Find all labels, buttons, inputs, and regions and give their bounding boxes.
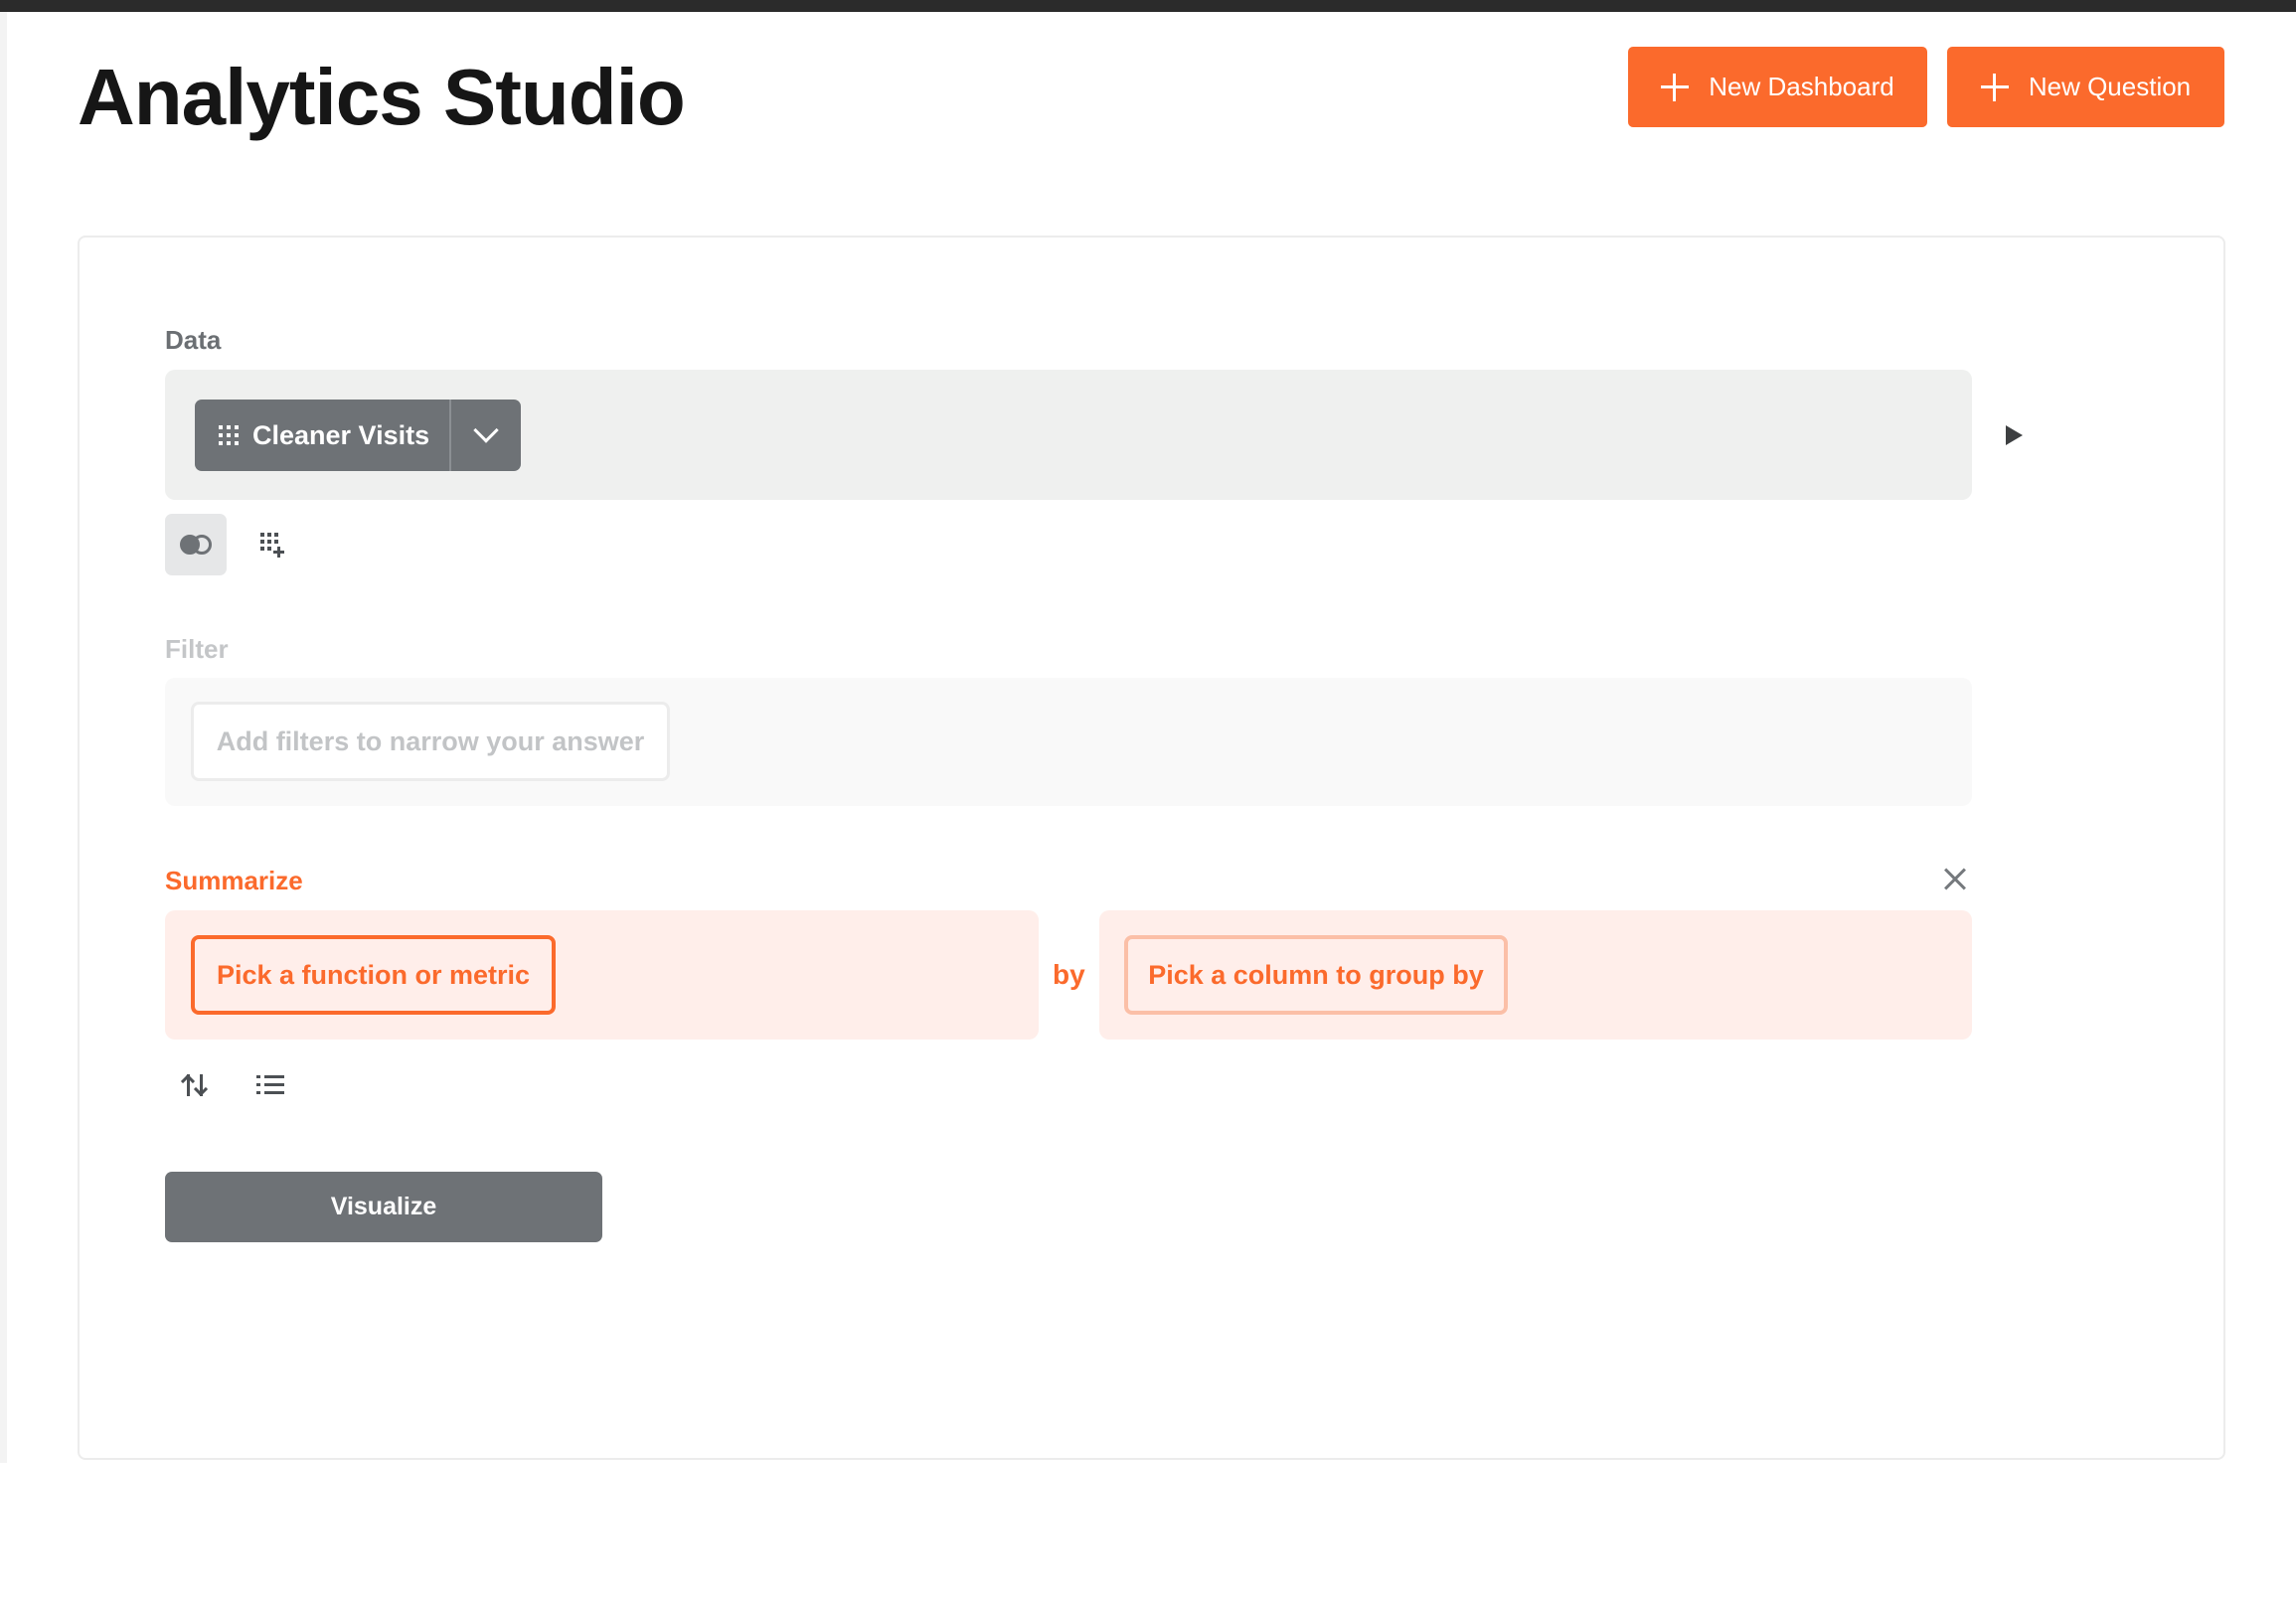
add-filter-button[interactable]: Add filters to narrow your answer [191, 702, 670, 781]
page-title: Analytics Studio [78, 53, 686, 141]
summarize-step-label: Summarize [165, 866, 303, 895]
new-dashboard-label: New Dashboard [1709, 72, 1894, 101]
filter-step-label: Filter [165, 634, 229, 664]
custom-column-icon [260, 533, 278, 551]
data-source-name: Cleaner Visits [252, 419, 430, 450]
pick-groupby-button[interactable]: Pick a column to group by [1124, 935, 1508, 1015]
left-edge [0, 12, 7, 1463]
by-label: by [1053, 959, 1085, 990]
preview-play-icon[interactable] [2006, 425, 2023, 445]
visualize-button[interactable]: Visualize [165, 1172, 602, 1242]
grid-icon [219, 425, 239, 445]
data-source-button[interactable]: Cleaner Visits [195, 400, 449, 471]
new-dashboard-button[interactable]: New Dashboard [1628, 47, 1927, 127]
plus-icon [1980, 73, 2009, 101]
new-question-label: New Question [2028, 72, 2192, 101]
join-data-button[interactable] [165, 514, 227, 575]
new-question-button[interactable]: New Question [1947, 47, 2224, 127]
list-icon[interactable] [256, 1071, 284, 1099]
join-icon [180, 535, 212, 555]
pick-metric-button[interactable]: Pick a function or metric [191, 935, 556, 1015]
close-icon[interactable] [1938, 863, 1972, 896]
custom-column-button[interactable] [254, 527, 290, 562]
data-source-dropdown[interactable] [451, 400, 521, 471]
sort-icon[interactable] [179, 1068, 213, 1102]
window-top-bar [0, 0, 2296, 12]
data-source-pill[interactable]: Cleaner Visits [195, 400, 522, 471]
chevron-down-icon [473, 417, 499, 443]
data-step-label: Data [165, 325, 222, 355]
plus-icon [1661, 73, 1690, 101]
